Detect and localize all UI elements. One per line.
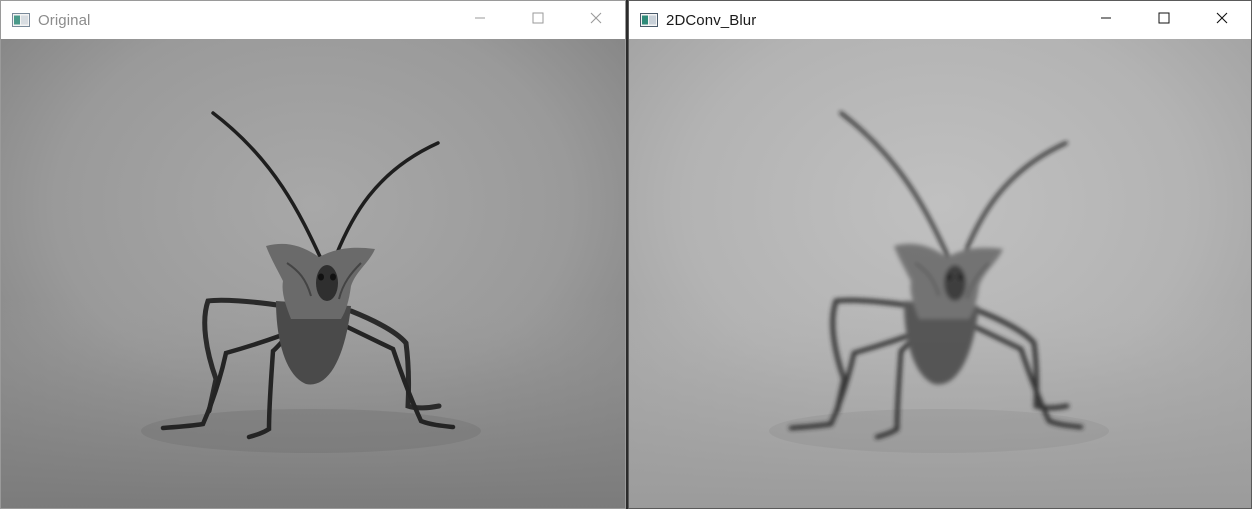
titlebar[interactable]: Original <box>1 1 625 39</box>
minimize-icon <box>474 11 486 29</box>
close-icon <box>590 11 602 29</box>
app-window-icon <box>639 10 659 30</box>
close-button[interactable] <box>1193 1 1251 39</box>
close-button[interactable] <box>567 1 625 39</box>
minimize-button[interactable] <box>451 1 509 39</box>
bug-photo-blurred <box>629 39 1251 508</box>
window-title: 2DConv_Blur <box>666 11 757 29</box>
window-title: Original <box>38 11 91 29</box>
app-window-icon <box>11 10 31 30</box>
maximize-icon <box>1158 11 1170 29</box>
image-canvas <box>1 39 625 508</box>
titlebar[interactable]: 2DConv_Blur <box>629 1 1251 39</box>
blur-window[interactable]: 2DConv_Blur <box>628 0 1252 509</box>
minimize-icon <box>1100 11 1112 29</box>
maximize-icon <box>532 11 544 29</box>
minimize-button[interactable] <box>1077 1 1135 39</box>
bug-photo <box>1 39 625 508</box>
maximize-button[interactable] <box>509 1 567 39</box>
maximize-button[interactable] <box>1135 1 1193 39</box>
image-canvas <box>629 39 1251 508</box>
close-icon <box>1216 11 1228 29</box>
original-window[interactable]: Original <box>0 0 626 509</box>
